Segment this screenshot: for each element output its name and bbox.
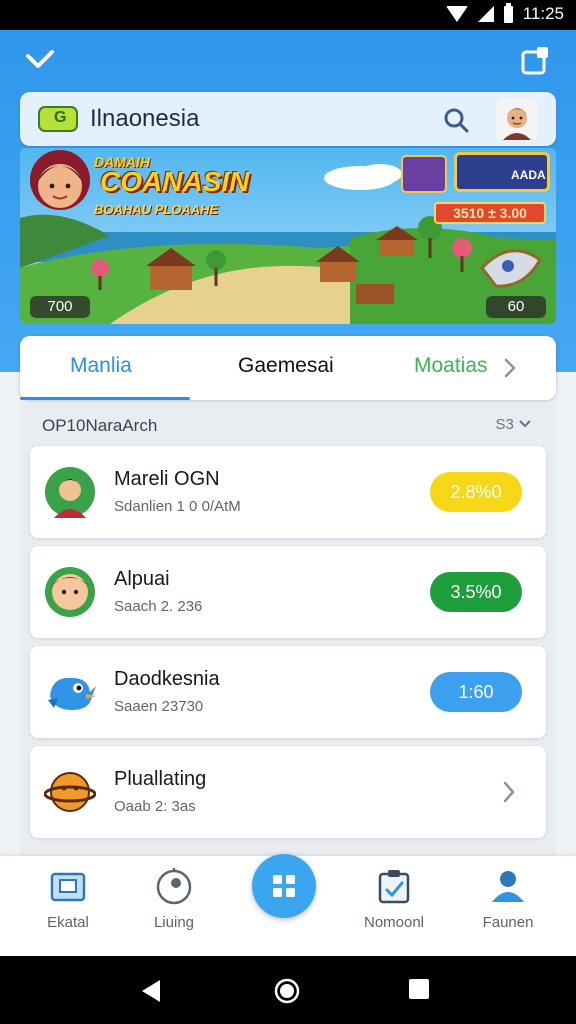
planet-icon	[44, 772, 96, 812]
box-icon	[50, 872, 86, 902]
nav-label: Faunen	[482, 914, 534, 931]
battery-icon	[503, 2, 513, 23]
cell-signal-icon	[477, 6, 494, 22]
row-subtitle: Sdanlien 1 0 0/AtM	[114, 498, 241, 515]
wifi-icon	[445, 6, 468, 22]
hud-chip: AADA	[454, 152, 550, 192]
sort-dropdown[interactable]: S3	[495, 416, 532, 433]
chevron-right-icon[interactable]	[504, 358, 516, 378]
bottom-nav: Ekatal Liuing Nomoonl Faunen	[0, 854, 576, 956]
left-counter: 700	[30, 296, 90, 318]
banner-tagline: BOAHAU PLOAAHE	[94, 202, 219, 217]
external-link-icon[interactable]	[520, 44, 552, 76]
nav-liuing[interactable]: Liuing	[124, 866, 224, 946]
back-triangle-icon[interactable]	[140, 978, 162, 1004]
tab-bar: Manlia Gaemesai Moatias	[20, 336, 556, 400]
right-counter: 60	[486, 296, 546, 318]
nav-faunen[interactable]: Faunen	[458, 866, 558, 946]
search-icon[interactable]	[442, 106, 470, 134]
bird-icon	[48, 677, 96, 710]
nav-ekatal[interactable]: Ekatal	[18, 866, 118, 946]
banner-title: COANASIN	[100, 166, 250, 197]
tab-indicator	[20, 397, 190, 400]
list-item[interactable]: Pluallating Oaab 2: 3as	[30, 746, 546, 838]
score-badge[interactable]: 2.8%0	[430, 472, 522, 512]
tab-manlia[interactable]: Manlia	[70, 354, 132, 378]
ranking-list: OP10NaraArch S3 Mareli OGN Sdanlien 1 0 …	[20, 404, 556, 864]
status-time: 11:25	[522, 4, 564, 23]
check-icon[interactable]	[22, 46, 58, 76]
system-nav-bar	[0, 956, 576, 1024]
game-banner[interactable]: DAMAIH COANASIN BOAHAU PLOAAHE AADA 3510…	[20, 148, 556, 324]
profile-avatar[interactable]	[496, 98, 538, 140]
brand-logo	[38, 106, 78, 132]
clipboard-icon	[378, 870, 410, 904]
recents-square-icon[interactable]	[408, 978, 430, 1000]
chevron-right-icon[interactable]	[502, 780, 516, 804]
tab-moatias[interactable]: Moatias	[414, 354, 488, 378]
row-name: Mareli OGN	[114, 468, 220, 490]
nav-label: Liuing	[153, 914, 195, 931]
list-item[interactable]: Alpuai Saach 2. 236 3.5%0	[30, 546, 546, 638]
nav-nomoonl[interactable]: Nomoonl	[344, 866, 444, 946]
list-item[interactable]: Mareli OGN Sdanlien 1 0 0/AtM 2.8%0	[30, 446, 546, 538]
hud-score: 3510 ± 3.00	[434, 202, 546, 224]
section-label: OP10NaraArch	[42, 416, 158, 435]
score-badge[interactable]: 3.5%0	[430, 572, 522, 612]
search-bar[interactable]: Ilnaonesia	[20, 92, 556, 146]
grid-icon	[273, 875, 295, 897]
row-name: Daodkesnia	[114, 668, 220, 690]
person-icon	[492, 871, 524, 902]
nav-label: Ekatal	[47, 914, 89, 931]
row-subtitle: Saaen 23730	[114, 698, 204, 715]
status-bar: 11:25	[0, 0, 576, 30]
grid-menu-button[interactable]	[252, 854, 316, 918]
tab-gaemesai[interactable]: Gaemesai	[238, 354, 334, 378]
nav-label: Nomoonl	[363, 914, 425, 931]
avatar	[45, 467, 95, 518]
avatar	[45, 567, 95, 617]
chevron-down-icon	[519, 420, 531, 428]
row-subtitle: Oaab 2: 3as	[114, 798, 196, 815]
score-badge[interactable]: 1:60	[430, 672, 522, 712]
list-item[interactable]: Daodkesnia Saaen 23730 1:60	[30, 646, 546, 738]
timer-icon	[156, 868, 192, 905]
home-circle-icon[interactable]	[274, 978, 300, 1004]
row-name: Pluallating	[114, 768, 207, 790]
sort-value: S3	[495, 416, 514, 433]
row-name: Alpuai	[114, 568, 170, 590]
row-subtitle: Saach 2. 236	[114, 598, 203, 615]
search-title: Ilnaonesia	[90, 105, 200, 132]
